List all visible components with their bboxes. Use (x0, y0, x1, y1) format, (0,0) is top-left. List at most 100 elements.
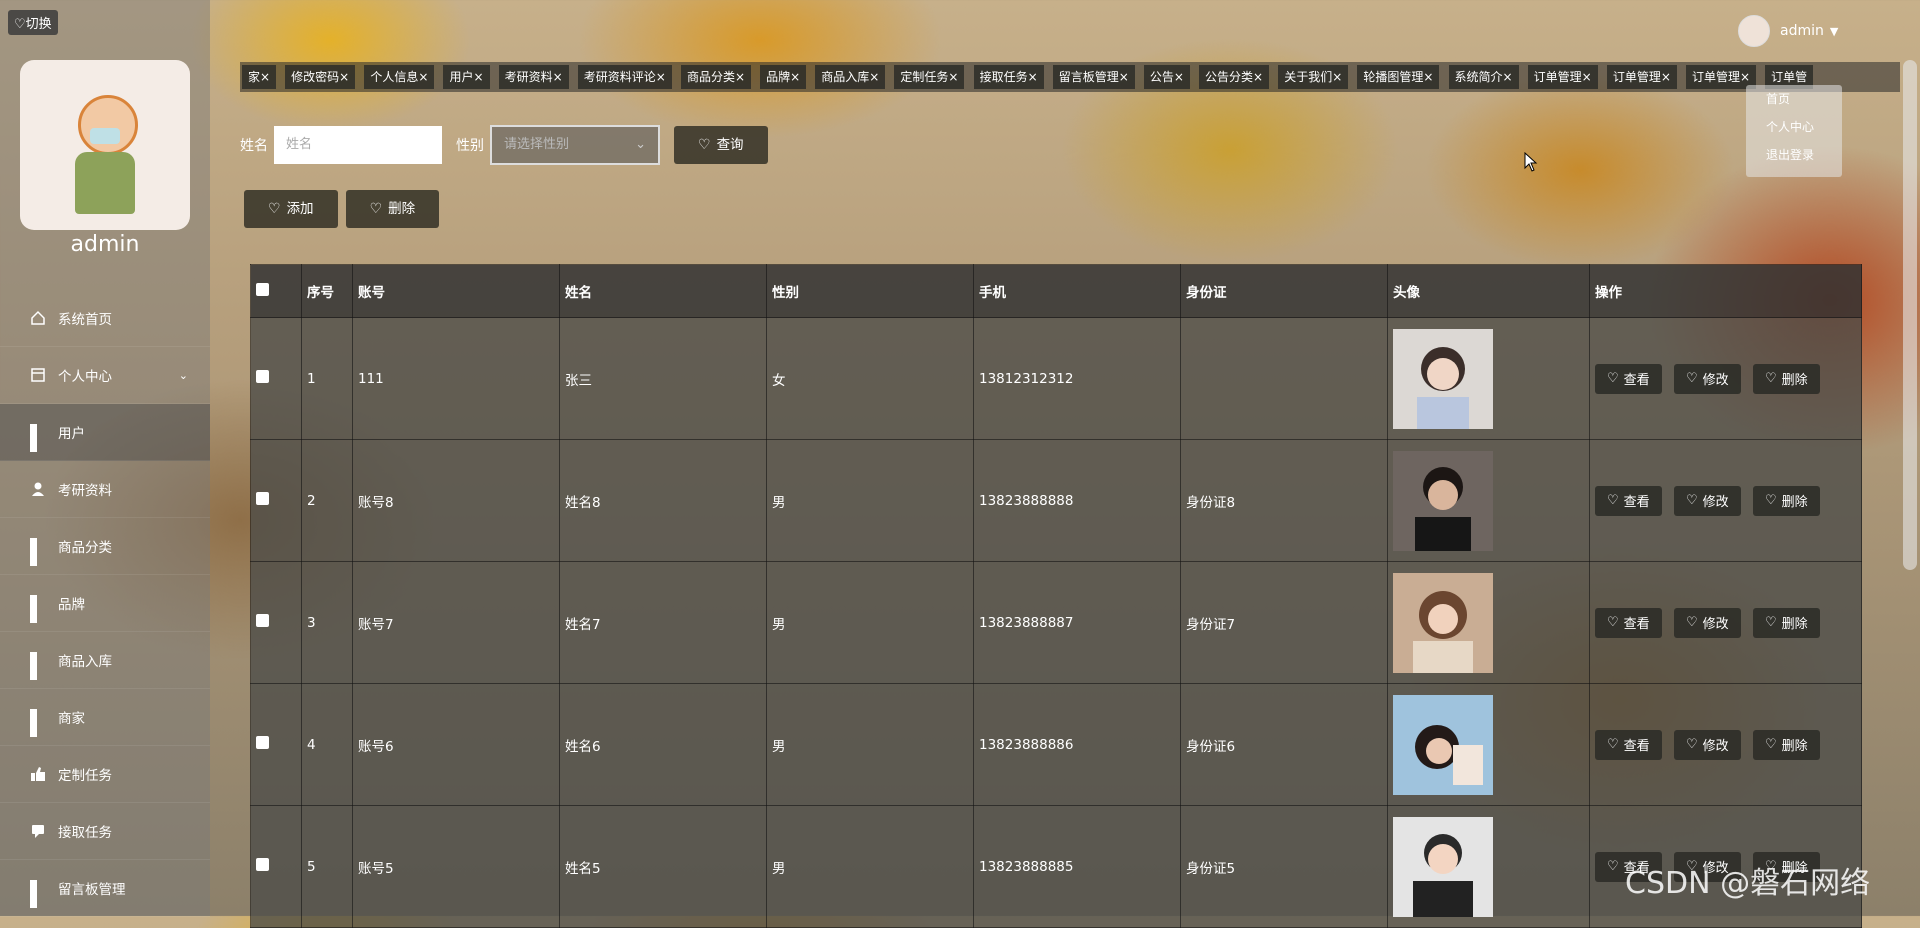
sidebar-item-personal-center[interactable]: 个人中心 ⌄ (0, 347, 210, 404)
sidebar-item-label: 系统首页 (58, 312, 112, 328)
switch-button[interactable]: ♡切换 (8, 10, 58, 35)
tab-notice-category[interactable]: 公告分类× (1199, 65, 1270, 89)
gender-select[interactable]: 请选择性别 ⌄ (490, 125, 660, 165)
cell-gender: 男 (766, 439, 974, 562)
sidebar-menu: 系统首页 个人中心 ⌄ 用户 考研资料 商品分类 品牌 商品入库 商家 定制任务… (0, 290, 210, 917)
col-header: 头像 (1387, 264, 1590, 318)
delete-button-label: 删除 (388, 201, 416, 217)
cell-phone: 13823888885 (973, 805, 1181, 928)
cell-account: 账号5 (352, 805, 560, 928)
sidebar-item-merchant[interactable]: 商家 (0, 689, 210, 746)
cell-phone: 13823888887 (973, 561, 1181, 684)
chevron-down-icon: ⌄ (178, 368, 188, 382)
tab-system-intro[interactable]: 系统简介× (1448, 65, 1519, 89)
tab-change-password[interactable]: 修改密码× (285, 65, 356, 89)
row-checkbox[interactable] (256, 614, 269, 627)
edit-label: 修改 (1702, 373, 1729, 388)
sidebar-item-label: 定制任务 (58, 768, 112, 784)
window-icon (30, 367, 46, 383)
dropdown-item-personal-center[interactable]: 个人中心 (1746, 113, 1842, 141)
cell-gender: 女 (766, 317, 974, 440)
table-row: 1 111 张三 女 13812312312 ♡ 查看 ♡ 修改 ♡ 删除 (250, 317, 1862, 440)
tab-product-stock[interactable]: 商品入库× (815, 65, 886, 89)
view-button[interactable]: ♡ 查看 (1595, 363, 1662, 394)
heart-icon: ♡ (1764, 737, 1777, 752)
cell-photo (1387, 683, 1590, 806)
tab-about-us[interactable]: 关于我们× (1278, 65, 1349, 89)
heart-icon: ♡ (1764, 615, 1777, 630)
row-delete-button[interactable]: ♡ 删除 (1752, 485, 1820, 516)
sidebar-item-message-board[interactable]: 留言板管理 (0, 860, 210, 917)
view-button[interactable]: ♡ 查看 (1595, 729, 1662, 760)
edit-label: 修改 (1702, 617, 1729, 632)
tab-notice[interactable]: 公告× (1143, 65, 1190, 89)
gender-label: 性别 (456, 138, 484, 154)
grid-icon (30, 538, 46, 566)
tab-order-management[interactable]: 订单管理× (1527, 65, 1598, 89)
sidebar-item-users[interactable]: 用户 (0, 404, 210, 461)
tab-material-comments[interactable]: 考研资料评论× (577, 65, 672, 89)
edit-button[interactable]: ♡ 修改 (1673, 485, 1741, 516)
sidebar-item-product-category[interactable]: 商品分类 (0, 518, 210, 575)
delete-button[interactable]: ♡ 删除 (345, 190, 440, 228)
user-menu[interactable]: admin ▼ (1738, 15, 1838, 47)
user-photo (1393, 694, 1493, 795)
watermark: CSDN @磐石网络 (1625, 866, 1871, 901)
sidebar-item-accept-task[interactable]: 接取任务 (0, 803, 210, 860)
edit-button[interactable]: ♡ 修改 (1673, 729, 1741, 760)
cell-index: 3 (301, 561, 353, 684)
tab-personal-info[interactable]: 个人信息× (364, 65, 435, 89)
heart-icon: ♡ (1607, 737, 1619, 752)
vertical-scrollbar[interactable] (1903, 60, 1917, 570)
tab-merchant[interactable]: 家× (242, 65, 277, 89)
tab-product-category[interactable]: 商品分类× (680, 65, 751, 89)
sidebar-item-study-materials[interactable]: 考研资料 (0, 461, 210, 518)
cell-phone: 13823888886 (973, 683, 1181, 806)
heart-icon: ♡ (1607, 371, 1619, 386)
grid-icon (30, 709, 46, 737)
tab-brand[interactable]: 品牌× (760, 65, 807, 89)
grid-icon (30, 424, 46, 452)
edit-button[interactable]: ♡ 修改 (1673, 607, 1741, 638)
name-input[interactable]: 姓名 (274, 126, 442, 164)
query-button[interactable]: ♡ 查询 (674, 126, 768, 164)
tab-carousel[interactable]: 轮播图管理× (1357, 65, 1440, 89)
tab-study-materials[interactable]: 考研资料× (498, 65, 569, 89)
tab-accept-task[interactable]: 接取任务× (973, 65, 1044, 89)
row-checkbox[interactable] (256, 858, 269, 871)
row-checkbox[interactable] (256, 370, 269, 383)
col-header: 操作 (1589, 264, 1862, 318)
sidebar-item-home[interactable]: 系统首页 (0, 290, 210, 347)
dropdown-item-home[interactable]: 首页 (1746, 85, 1842, 113)
row-select-cell (250, 439, 302, 562)
col-header: 身份证 (1180, 264, 1388, 318)
admin-avatar (20, 60, 190, 230)
row-delete-button[interactable]: ♡ 删除 (1752, 729, 1820, 760)
tab-order-management[interactable]: 订单管理× (1606, 65, 1677, 89)
col-header: 性别 (766, 264, 974, 318)
sidebar-item-brand[interactable]: 品牌 (0, 575, 210, 632)
tab-users[interactable]: 用户× (443, 65, 490, 89)
row-delete-button[interactable]: ♡ 删除 (1752, 363, 1820, 394)
edit-button[interactable]: ♡ 修改 (1673, 363, 1741, 394)
add-button[interactable]: ♡ 添加 (244, 190, 338, 228)
sidebar-item-custom-task[interactable]: 定制任务 (0, 746, 210, 803)
view-button[interactable]: ♡ 查看 (1595, 485, 1662, 516)
grid-icon (30, 880, 46, 908)
thumb-icon (30, 766, 46, 782)
view-button[interactable]: ♡ 查看 (1595, 607, 1662, 638)
row-delete-button[interactable]: ♡ 删除 (1752, 607, 1820, 638)
cell-name: 张三 (559, 317, 767, 440)
sidebar-item-product-stock[interactable]: 商品入库 (0, 632, 210, 689)
heart-icon: ♡ (369, 201, 383, 217)
dropdown-item-logout[interactable]: 退出登录 (1746, 141, 1842, 169)
heart-icon: ♡ (1607, 493, 1619, 508)
tab-custom-task[interactable]: 定制任务× (894, 65, 965, 89)
chevron-down-icon: ⌄ (635, 137, 646, 152)
tab-message-board[interactable]: 留言板管理× (1052, 65, 1135, 89)
select-all-checkbox[interactable] (256, 282, 269, 296)
user-photo (1393, 450, 1493, 551)
row-checkbox[interactable] (256, 736, 269, 749)
cell-photo (1387, 317, 1590, 440)
row-checkbox[interactable] (256, 492, 269, 505)
